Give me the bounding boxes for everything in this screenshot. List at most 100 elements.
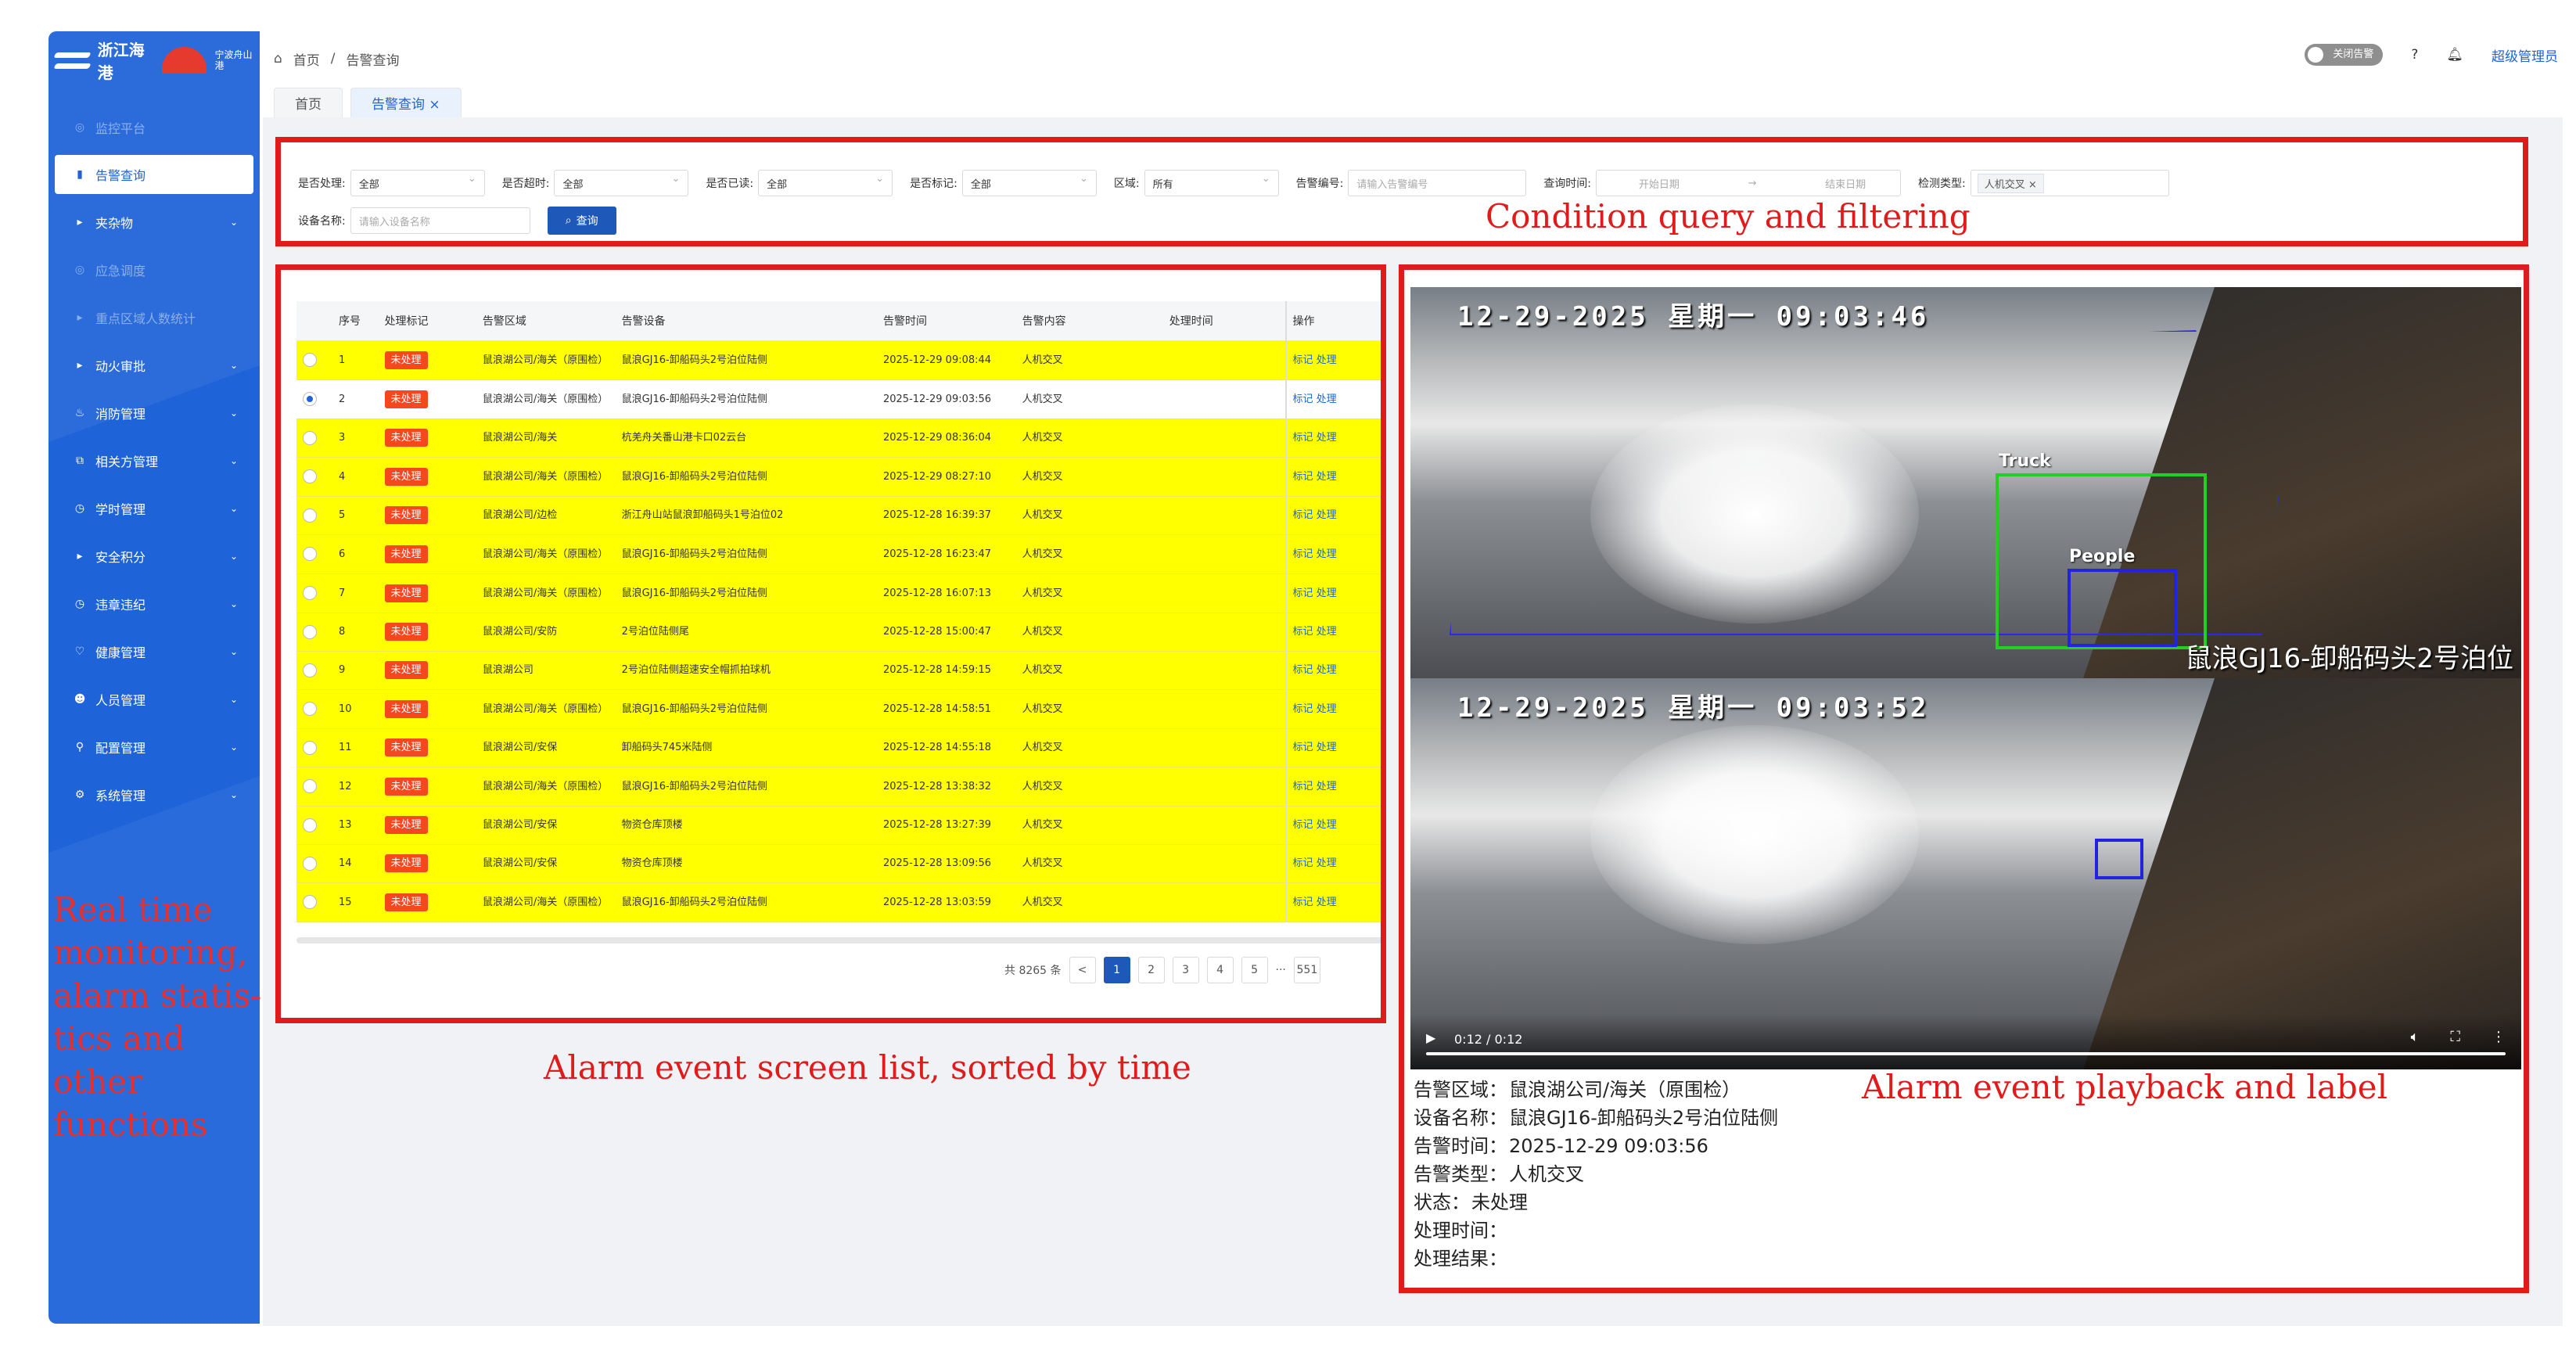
- sidebar-item-12[interactable]: ☻ 人员管理 ⌄: [55, 675, 253, 723]
- row-actions[interactable]: 标记 处理: [1284, 457, 1381, 497]
- alarm-code-input[interactable]: 请输入告警编号: [1348, 170, 1527, 196]
- page-button[interactable]: 3: [1172, 957, 1199, 983]
- tab-alarm-query[interactable]: 告警查询 ×: [350, 88, 462, 120]
- page-button[interactable]: 5: [1241, 957, 1268, 983]
- column-header[interactable]: 告警时间: [876, 301, 1016, 341]
- fullscreen-icon[interactable]: ⛶: [2450, 1029, 2460, 1045]
- row-actions[interactable]: 标记 处理: [1284, 689, 1381, 729]
- row-actions[interactable]: 标记 处理: [1284, 767, 1381, 807]
- row-radio[interactable]: [303, 624, 317, 639]
- table-row[interactable]: 1 未处理 鼠浪湖公司/海关（原围检） 鼠浪GJ16-卸船码头2号泊位陆侧 2025-1…: [296, 340, 1381, 380]
- play-icon[interactable]: ▶: [1426, 1030, 1435, 1045]
- row-radio[interactable]: [303, 508, 317, 523]
- bell-icon[interactable]: 🔔︎: [2446, 47, 2463, 63]
- row-actions[interactable]: 标记 处理: [1284, 806, 1381, 845]
- column-header[interactable]: 操作: [1284, 301, 1381, 341]
- row-radio[interactable]: [303, 702, 317, 716]
- more-icon[interactable]: ⋮: [2492, 1029, 2506, 1045]
- prev-page-button[interactable]: <: [1069, 957, 1096, 983]
- alarm-toggle[interactable]: 关闭告警: [2305, 44, 2384, 66]
- horizontal-scrollbar[interactable]: [296, 937, 1381, 943]
- sidebar-item-8[interactable]: ◷ 学时管理 ⌄: [55, 484, 253, 532]
- table-row[interactable]: 11 未处理 鼠浪湖公司/安保 卸船码头745米陆侧 2025-12-28 14:55:…: [296, 728, 1381, 767]
- video-progress[interactable]: [1426, 1052, 2506, 1055]
- row-actions[interactable]: 标记 处理: [1284, 419, 1381, 458]
- end-date[interactable]: 结束日期: [1825, 176, 1866, 191]
- table-row[interactable]: 13 未处理 鼠浪湖公司/安保 物资仓库顶楼 2025-12-28 13:27:39 人机…: [296, 806, 1381, 845]
- row-actions[interactable]: 标记 处理: [1284, 340, 1381, 380]
- table-row[interactable]: 2 未处理 鼠浪湖公司/海关（原围检） 鼠浪GJ16-卸船码头2号泊位陆侧 2025-1…: [296, 379, 1381, 419]
- sidebar-item-7[interactable]: ⧉ 相关方管理 ⌄: [55, 437, 253, 484]
- query-button[interactable]: ⌕ 查询: [547, 207, 616, 235]
- row-actions[interactable]: 标记 处理: [1284, 651, 1381, 690]
- row-actions[interactable]: 标记 处理: [1284, 573, 1381, 613]
- row-radio[interactable]: [303, 663, 317, 677]
- detect-type-select[interactable]: 人机交叉 ×: [1970, 170, 2169, 196]
- page-button[interactable]: 2: [1137, 957, 1165, 983]
- column-header[interactable]: 处理时间: [1162, 301, 1286, 341]
- read-select[interactable]: 全部: [758, 170, 893, 196]
- table-row[interactable]: 7 未处理 鼠浪湖公司/海关（原围检） 鼠浪GJ16-卸船码头2号泊位陆侧 2025-1…: [296, 573, 1381, 613]
- sidebar-item-9[interactable]: ▸ 安全积分 ⌄: [55, 532, 253, 580]
- sidebar-item-6[interactable]: ♨ 消防管理 ⌄: [55, 389, 253, 437]
- marked-select[interactable]: 全部: [961, 170, 1097, 196]
- row-radio[interactable]: [303, 779, 317, 793]
- sidebar-item-2[interactable]: ▸ 夹杂物 ⌄: [55, 198, 253, 246]
- sidebar-item-4[interactable]: ▸ 重点区域人数统计: [55, 293, 253, 341]
- row-radio[interactable]: [303, 353, 317, 367]
- sidebar-item-14[interactable]: ⚙ 系统管理 ⌄: [55, 771, 253, 818]
- close-icon[interactable]: ×: [429, 97, 440, 113]
- row-radio[interactable]: [303, 895, 317, 909]
- table-row[interactable]: 9 未处理 鼠浪湖公司 2号泊位陆侧超速安全帽抓拍球机 2025-12-28 14:59…: [296, 651, 1381, 690]
- column-header[interactable]: 处理标记: [378, 301, 476, 341]
- row-actions[interactable]: 标记 处理: [1284, 496, 1381, 535]
- page-button[interactable]: 1: [1103, 957, 1130, 983]
- row-radio[interactable]: [303, 392, 317, 406]
- table-row[interactable]: 14 未处理 鼠浪湖公司/安保 物资仓库顶楼 2025-12-28 13:09:56 人机…: [296, 844, 1381, 883]
- tag-close-icon[interactable]: ×: [2028, 179, 2037, 191]
- sidebar-item-10[interactable]: ◷ 违章违纪 ⌄: [55, 580, 253, 627]
- sidebar-item-11[interactable]: ♡ 健康管理 ⌄: [55, 627, 253, 675]
- row-radio[interactable]: [303, 818, 317, 832]
- handled-select[interactable]: 全部: [350, 170, 485, 196]
- row-actions[interactable]: 标记 处理: [1284, 728, 1381, 767]
- column-header[interactable]: 告警区域: [476, 301, 616, 341]
- sidebar-item-13[interactable]: ⚲ 配置管理 ⌄: [55, 723, 253, 771]
- column-header[interactable]: 序号: [332, 301, 379, 341]
- row-actions[interactable]: 标记 处理: [1284, 534, 1381, 574]
- alarm-video-player[interactable]: Truck People 12-29-2025 星期一 09:03:46 鼠浪G…: [1410, 287, 2521, 1069]
- table-row[interactable]: 15 未处理 鼠浪湖公司/海关（原围检） 鼠浪GJ16-卸船码头2号泊位陆侧 2025-…: [296, 882, 1381, 922]
- page-button[interactable]: 4: [1206, 957, 1234, 983]
- column-header[interactable]: 告警设备: [615, 301, 877, 341]
- last-page-button[interactable]: 551: [1293, 957, 1320, 983]
- sidebar-item-3[interactable]: ◎ 应急调度: [55, 246, 253, 293]
- row-radio[interactable]: [303, 740, 317, 755]
- breadcrumb-home[interactable]: 首页: [293, 49, 320, 69]
- row-actions[interactable]: 标记 处理: [1284, 844, 1381, 883]
- row-radio[interactable]: [303, 469, 317, 483]
- table-row[interactable]: 5 未处理 鼠浪湖公司/边检 浙江舟山站鼠浪卸船码头1号泊位02 2025-12-28 …: [296, 496, 1381, 535]
- table-row[interactable]: 6 未处理 鼠浪湖公司/海关（原围检） 鼠浪GJ16-卸船码头2号泊位陆侧 2025-1…: [296, 534, 1381, 574]
- table-row[interactable]: 3 未处理 鼠浪湖公司/海关 杭羌舟关番山港卡口02云台 2025-12-29 08:3…: [296, 419, 1381, 458]
- row-actions[interactable]: 标记 处理: [1284, 613, 1381, 652]
- sidebar-item-5[interactable]: ▸ 动火审批 ⌄: [55, 341, 253, 389]
- table-row[interactable]: 12 未处理 鼠浪湖公司/海关（原围检） 鼠浪GJ16-卸船码头2号泊位陆侧 2025-…: [296, 767, 1381, 807]
- row-actions[interactable]: 标记 处理: [1284, 882, 1381, 922]
- table-row[interactable]: 10 未处理 鼠浪湖公司/海关（原围检） 鼠浪GJ16-卸船码头2号泊位陆侧 2025-…: [296, 689, 1381, 729]
- user-menu[interactable]: 超级管理员: [2492, 45, 2558, 65]
- start-date[interactable]: 开始日期: [1639, 176, 1680, 191]
- table-row[interactable]: 8 未处理 鼠浪湖公司/安防 2号泊位陆侧尾 2025-12-28 15:00:47 人机…: [296, 613, 1381, 652]
- sidebar-item-0[interactable]: ◎ 监控平台: [55, 103, 253, 151]
- column-header[interactable]: 告警内容: [1015, 301, 1163, 341]
- row-radio[interactable]: [303, 586, 317, 600]
- volume-icon[interactable]: 🔈︎: [2411, 1029, 2420, 1045]
- row-actions[interactable]: 标记 处理: [1284, 379, 1381, 419]
- table-row[interactable]: 4 未处理 鼠浪湖公司/海关（原围检） 鼠浪GJ16-卸船码头2号泊位陆侧 2025-1…: [296, 457, 1381, 497]
- row-radio[interactable]: [303, 547, 317, 561]
- tab-home[interactable]: 首页: [274, 88, 343, 120]
- timeout-select[interactable]: 全部: [554, 170, 689, 196]
- row-radio[interactable]: [303, 856, 317, 871]
- sidebar-item-1[interactable]: ▮ 告警查询: [55, 155, 253, 194]
- device-name-input[interactable]: 请输入设备名称: [350, 207, 530, 234]
- home-icon[interactable]: ⌂: [274, 51, 282, 66]
